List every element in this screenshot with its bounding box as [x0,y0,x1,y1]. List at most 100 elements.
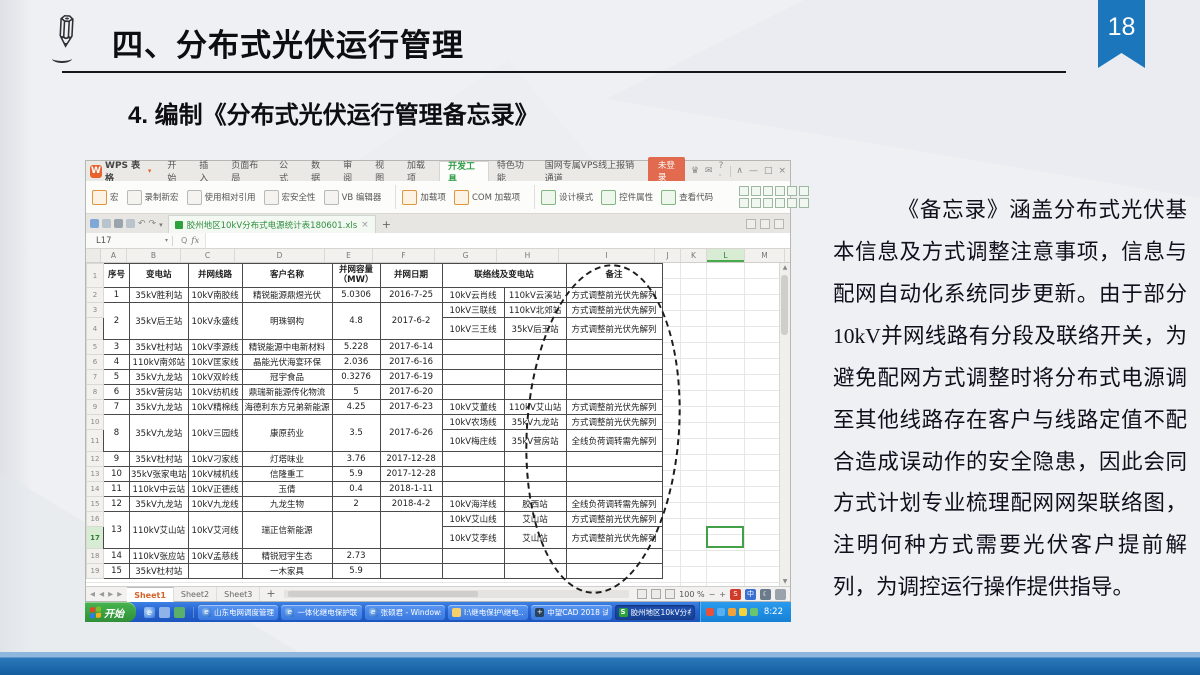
table-cell[interactable] [566,340,662,355]
sheet-nav-arrows[interactable]: ◀ ◀ ▶ ▶ [86,590,127,598]
column-header[interactable]: K [681,249,707,262]
table-cell[interactable]: 10kV海洋线 [442,497,504,512]
ribbon-item[interactable]: 宏安全性 [264,190,316,205]
share-icon[interactable]: ✉ [705,166,713,176]
table-cell[interactable]: 2016-7-25 [380,288,442,303]
table-cell[interactable]: 2017-6-20 [380,385,442,400]
table-cell[interactable]: 10kV艾河线 [188,512,242,549]
table-cell[interactable] [504,564,566,579]
table-cell[interactable]: 10kV三王线 [442,318,504,340]
table-header-cell[interactable]: 变电站 [130,264,189,288]
table-cell[interactable]: 10kV永盛线 [188,303,242,340]
table-cell[interactable]: 10kV正德线 [188,482,242,497]
table-cell[interactable] [442,370,504,385]
ribbon-item[interactable]: 加载项 [402,190,446,205]
table-cell[interactable] [504,370,566,385]
table-cell[interactable]: 方式调整前光伏先解列 [566,400,662,415]
table-cell[interactable] [442,340,504,355]
table-cell[interactable] [504,467,566,482]
table-cell[interactable]: 14 [104,549,130,564]
table-cell[interactable]: 2017-12-28 [380,452,442,467]
table-cell[interactable] [566,564,662,579]
table-cell[interactable] [442,467,504,482]
column-header[interactable]: D [235,249,325,262]
table-cell[interactable]: 10kV三联线 [442,303,504,318]
row-header[interactable]: 2 [87,288,104,303]
ribbon-item[interactable]: 控件属性 [601,190,653,205]
close-icon[interactable]: × [778,166,786,176]
table-cell[interactable]: 九龙生物 [242,497,332,512]
volume-tray-icon[interactable] [750,608,758,616]
table-cell[interactable]: 2 [104,303,130,340]
table-cell[interactable] [504,385,566,400]
table-cell[interactable]: 35kV九龙站 [130,415,189,452]
column-header[interactable]: M [745,249,785,262]
table-cell[interactable]: 35kV杜村站 [130,564,189,579]
table-cell[interactable] [504,482,566,497]
table-cell[interactable]: 10kV南胶线 [188,288,242,303]
table-cell[interactable]: 110kV中云站 [130,482,189,497]
row-header[interactable]: 3 [87,303,104,318]
column-header[interactable]: E [325,249,373,262]
table-cell[interactable] [380,564,442,579]
help-icon[interactable]: ?· [719,161,724,181]
table-header-cell[interactable]: 客户名称 [242,264,332,288]
sheet-tab[interactable]: Sheet1 [127,587,174,602]
taskbar-button[interactable]: S胶州地区10kV分布... [615,605,695,620]
table-cell[interactable]: 35kV九龙站 [130,400,189,415]
table-cell[interactable]: 1 [104,288,130,303]
menu-tab[interactable]: 页面布局 [223,161,271,181]
row-header[interactable]: 8 [87,385,104,400]
row-header[interactable]: 1 [87,264,104,288]
table-cell[interactable]: 110kV张应站 [130,549,189,564]
vertical-scrollbar[interactable]: ▲ ▼ [779,263,790,586]
table-cell[interactable]: 110kV艾山站 [504,400,566,415]
table-cell[interactable] [442,385,504,400]
ribbon-item[interactable]: 使用相对引用 [187,190,256,205]
table-cell[interactable]: 10kV农场线 [442,415,504,430]
row-header[interactable]: 7 [87,370,104,385]
column-header[interactable]: A [101,249,127,262]
taskbar-button[interactable]: I:\继电保护\继电... [448,605,528,620]
page-break-view-icon[interactable] [665,589,675,599]
show-desktop-icon[interactable] [174,607,185,618]
row-header[interactable]: 5 [87,340,104,355]
save-icon[interactable] [90,219,99,228]
table-header-cell[interactable]: 并网日期 [380,264,442,288]
search-icon[interactable]: Q [181,236,187,245]
table-cell[interactable]: 110kV北郊站 [504,303,566,318]
table-cell[interactable]: 方式调整前光伏先解列 [566,527,662,549]
table-cell[interactable]: 110kV云溪站 [504,288,566,303]
internet-explorer-icon[interactable]: e [144,607,155,618]
menu-tab[interactable]: 审阅 [335,161,367,181]
table-cell[interactable]: 35kV营房站 [130,385,189,400]
table-cell[interactable] [566,452,662,467]
table-cell[interactable]: 35kV张家电站 [130,467,189,482]
table-cell[interactable]: 玉倩 [242,482,332,497]
table-cell[interactable]: 35kV后王站 [130,303,189,340]
table-cell[interactable]: 明珠钢构 [242,303,332,340]
menu-tab[interactable]: 开始 [159,161,191,181]
table-cell[interactable]: 2017-12-28 [380,467,442,482]
ribbon-item[interactable]: 查看代码 [661,190,713,205]
table-cell[interactable]: 2017-6-19 [380,370,442,385]
restore-icon[interactable]: □ [764,166,773,176]
table-cell[interactable]: 5.0306 [332,288,380,303]
table-cell[interactable]: 6 [104,385,130,400]
document-tab[interactable]: 胶州地区10kV分布式电源统计表180601.xls × [168,215,376,233]
table-cell[interactable]: 110kV艾山站 [130,512,189,549]
table-cell[interactable] [566,549,662,564]
ime-chinese-icon[interactable]: 中 [745,589,756,600]
ribbon-item[interactable]: 录制新宏 [127,190,179,205]
table-cell[interactable]: 35kV胜利站 [130,288,189,303]
collapse-ribbon-icon[interactable]: ∧ [736,166,743,176]
menu-tab[interactable]: 视图 [367,161,399,181]
table-cell[interactable] [566,482,662,497]
scrollbar-thumb[interactable] [288,591,478,597]
table-cell[interactable] [504,452,566,467]
table-header-cell[interactable]: 并网线路 [188,264,242,288]
row-header[interactable]: 18 [87,549,104,564]
table-cell[interactable]: 2.036 [332,355,380,370]
table-cell[interactable]: 3.76 [332,452,380,467]
table-cell[interactable]: 8 [104,415,130,452]
